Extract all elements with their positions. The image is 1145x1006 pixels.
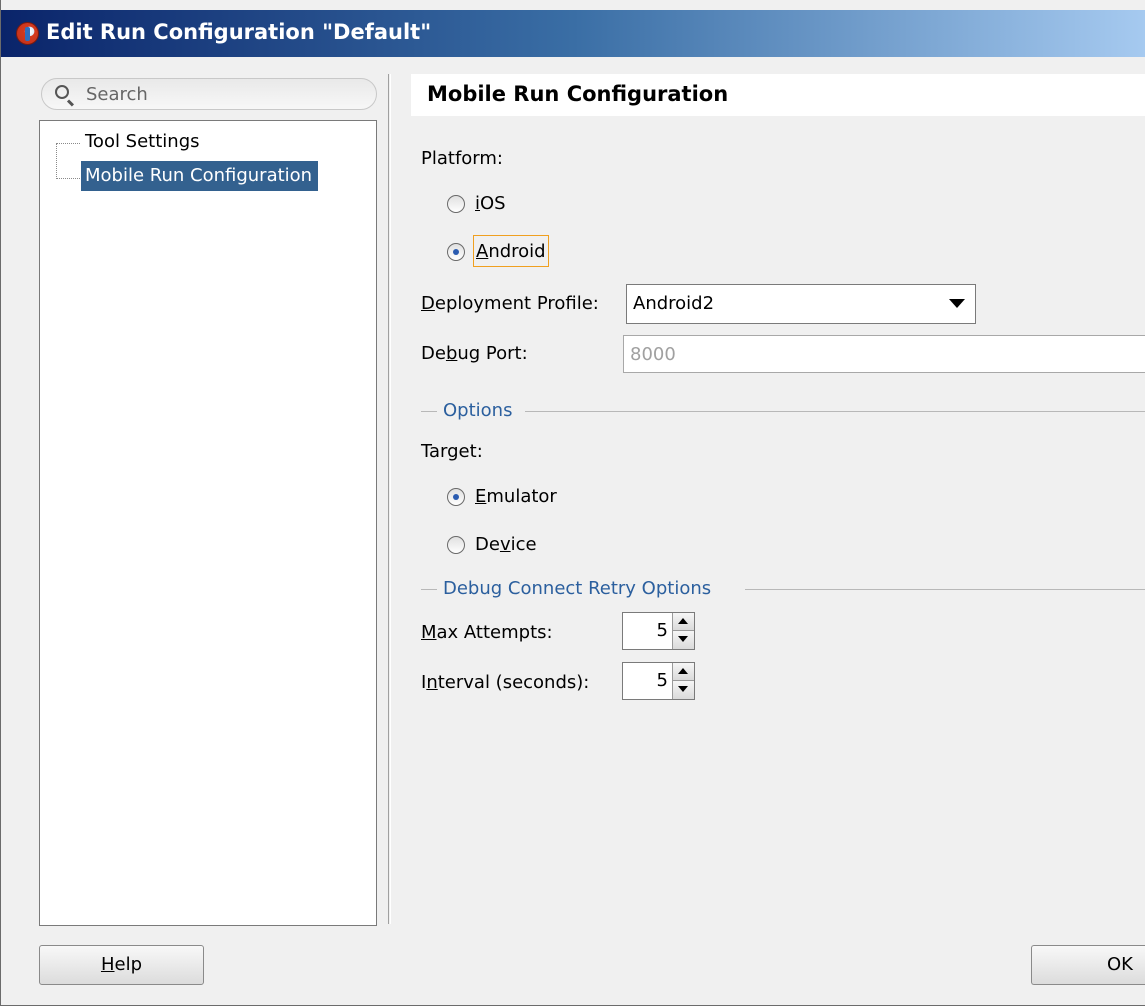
radio-label-text: De <box>475 534 500 555</box>
debug-port-field[interactable] <box>623 335 1145 373</box>
tree-connector <box>56 143 57 179</box>
radio-label-emulator: Emulator <box>473 482 559 512</box>
interval-value[interactable]: 5 <box>657 670 668 691</box>
mnemonic: b <box>445 343 458 364</box>
platform-label: Platform: <box>421 148 503 169</box>
tree-connector <box>56 143 80 144</box>
decrement-arrow-icon[interactable] <box>673 631 694 649</box>
radio-label-text: ice <box>510 534 537 555</box>
max-attempts-label: Max Attempts: <box>421 622 553 644</box>
label-text: De <box>421 343 446 364</box>
debug-port-label: Debug Port: <box>421 343 528 365</box>
radio-button-checked[interactable] <box>447 243 465 261</box>
label-text: terval (seconds): <box>437 672 590 693</box>
mnemonic: H <box>100 954 115 975</box>
stepper-buttons <box>672 613 694 649</box>
max-attempts-value[interactable]: 5 <box>657 620 668 641</box>
max-attempts-stepper[interactable]: 5 <box>622 612 695 650</box>
debug-connect-retry-group: Debug Connect Retry Options <box>421 578 1145 600</box>
tree-item-mobile-run-configuration[interactable]: Mobile Run Configuration <box>81 161 319 191</box>
radio-label-text: OS <box>480 193 506 214</box>
radio-button-checked[interactable] <box>447 488 465 506</box>
interval-label: Interval (seconds): <box>421 672 589 694</box>
radio-label-ios: iOS <box>473 189 508 219</box>
target-label: Target: <box>421 441 483 462</box>
panel-splitter[interactable] <box>388 74 391 924</box>
settings-tree: Tool Settings Mobile Run Configuration <box>39 120 377 926</box>
decrement-arrow-icon[interactable] <box>673 681 694 699</box>
radio-label-text: mulator <box>486 486 557 507</box>
radio-button[interactable] <box>447 536 465 554</box>
radio-label-text: ndroid <box>488 241 546 262</box>
help-button[interactable]: Help <box>39 945 204 985</box>
group-divider <box>421 589 437 590</box>
button-label: elp <box>114 954 143 975</box>
label-text: eployment Profile: <box>434 293 599 314</box>
radio-button[interactable] <box>447 195 465 213</box>
search-icon <box>55 85 69 99</box>
chevron-down-icon[interactable] <box>949 299 965 308</box>
radio-label-device: Device <box>473 530 539 560</box>
page-title: Mobile Run Configuration <box>427 82 729 106</box>
label-text: ax Attempts: <box>436 622 553 643</box>
group-divider <box>745 589 1145 590</box>
debug-port-input[interactable] <box>630 342 1130 366</box>
title-bar[interactable]: Edit Run Configuration "Default" <box>1 10 1145 57</box>
debug-connect-retry-group-title: Debug Connect Retry Options <box>443 578 712 599</box>
ok-button[interactable]: OK <box>1031 945 1145 985</box>
tree-connector <box>56 178 80 179</box>
stepper-buttons <box>672 663 694 699</box>
mnemonic: n <box>426 672 438 693</box>
search-input[interactable] <box>86 83 366 105</box>
deployment-profile-select[interactable]: Android2 <box>626 284 976 324</box>
window-title: Edit Run Configuration "Default" <box>46 20 432 44</box>
options-group-title: Options <box>443 400 513 421</box>
mnemonic: M <box>421 622 437 643</box>
mnemonic: A <box>476 241 489 262</box>
radio-label-android: Android <box>473 235 549 267</box>
deployment-profile-value: Android2 <box>633 293 715 314</box>
options-group: Options <box>421 400 1145 422</box>
increment-arrow-icon[interactable] <box>673 663 694 681</box>
group-divider <box>525 411 1145 412</box>
mnemonic: v <box>499 534 511 555</box>
mnemonic: E <box>475 486 487 507</box>
jdeveloper-app-icon <box>16 22 39 45</box>
group-divider <box>421 411 437 412</box>
mnemonic: D <box>421 293 435 314</box>
tree-item-tool-settings[interactable]: Tool Settings <box>81 127 206 157</box>
increment-arrow-icon[interactable] <box>673 613 694 631</box>
edit-run-configuration-dialog: Edit Run Configuration "Default" Tool Se… <box>0 0 1145 1006</box>
label-text: ug Port: <box>457 343 528 364</box>
deployment-profile-label: Deployment Profile: <box>421 293 599 315</box>
interval-stepper[interactable]: 5 <box>622 662 695 700</box>
panel-header: Mobile Run Configuration <box>411 74 1145 116</box>
search-box[interactable] <box>41 78 377 110</box>
